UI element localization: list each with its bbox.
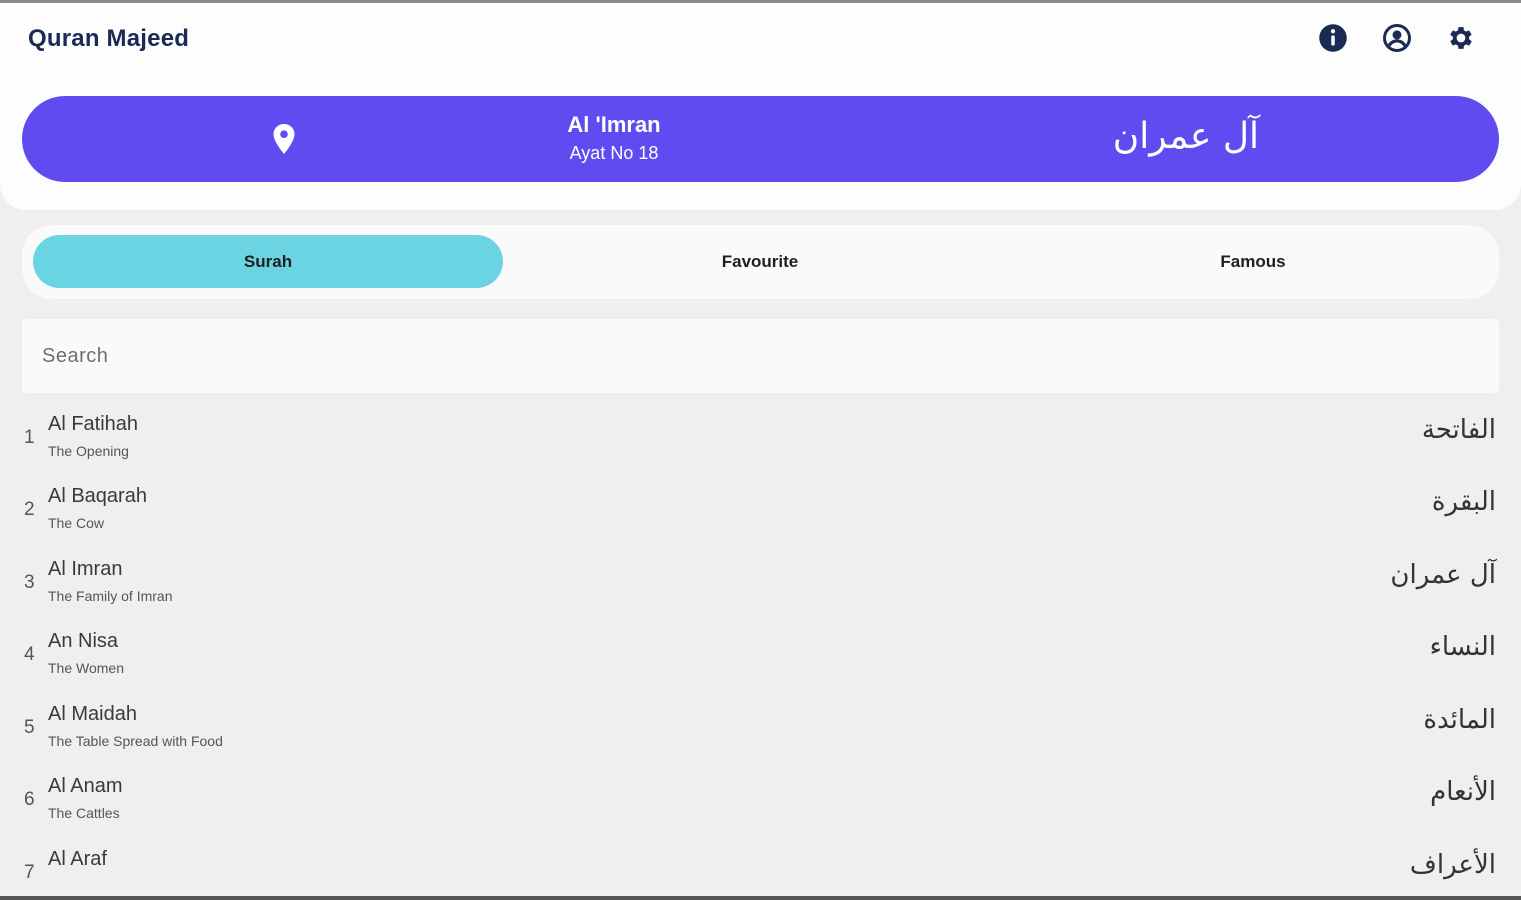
surah-number: 7 — [24, 862, 35, 883]
surah-arabic-name: البقرة — [1431, 487, 1496, 517]
list-item[interactable]: 2 Al Baqarah The Cow البقرة — [0, 477, 1521, 549]
last-read-banner[interactable]: Al 'Imran Ayat No 18 آل عمران — [22, 96, 1499, 182]
surah-list: 1 Al Fatihah The Opening الفاتحة 2 Al Ba… — [0, 405, 1521, 885]
header-actions — [1318, 23, 1476, 53]
surah-meaning: The Opening — [48, 443, 129, 459]
surah-arabic-name: المائدة — [1423, 705, 1496, 735]
surah-arabic-name: الأعراف — [1409, 850, 1496, 880]
search-box — [22, 319, 1499, 393]
surah-number: 5 — [24, 717, 35, 738]
header-card: Quran Majeed Al 'Imran Ayat No 18 آل عمر… — [0, 3, 1521, 210]
surah-arabic-name: الأنعام — [1430, 777, 1496, 807]
surah-name: Al Araf — [48, 848, 107, 870]
surah-number: 2 — [24, 499, 35, 520]
surah-meaning: The Cow — [48, 515, 105, 531]
banner-arabic-name: آل عمران — [1112, 116, 1259, 157]
list-item[interactable]: 7 Al Araf الأعراف — [0, 840, 1521, 885]
settings-icon[interactable] — [1446, 23, 1476, 53]
banner-surah-name: Al 'Imran — [567, 112, 661, 137]
surah-arabic-name: الفاتحة — [1421, 415, 1496, 445]
surah-meaning: The Family of Imran — [48, 588, 173, 604]
surah-number: 1 — [24, 427, 35, 448]
list-item[interactable]: 5 Al Maidah The Table Spread with Food ا… — [0, 695, 1521, 767]
surah-arabic-name: آل عمران — [1390, 560, 1496, 590]
surah-name: Al Baqarah — [48, 485, 147, 507]
info-icon[interactable] — [1318, 23, 1348, 53]
list-item[interactable]: 4 An Nisa The Women النساء — [0, 622, 1521, 694]
surah-number: 4 — [24, 644, 35, 665]
surah-number: 6 — [24, 789, 35, 810]
surah-name: Al Imran — [48, 558, 123, 580]
window-bottom-border — [0, 896, 1521, 900]
banner-ayat-number: Ayat No 18 — [569, 143, 659, 163]
tab-famous[interactable]: Famous — [1018, 235, 1488, 288]
surah-number: 3 — [24, 572, 35, 593]
app-title: Quran Majeed — [28, 25, 190, 52]
tab-bar: Surah Favourite Famous — [22, 225, 1499, 299]
surah-meaning: The Women — [48, 660, 124, 676]
surah-name: Al Anam — [48, 775, 123, 797]
account-icon[interactable] — [1382, 23, 1412, 53]
search-input[interactable] — [22, 343, 1499, 369]
surah-arabic-name: النساء — [1429, 632, 1496, 662]
list-item[interactable]: 3 Al Imran The Family of Imran آل عمران — [0, 550, 1521, 622]
tab-favourite[interactable]: Favourite — [525, 235, 995, 288]
surah-meaning: The Table Spread with Food — [48, 733, 223, 749]
tab-surah[interactable]: Surah — [33, 235, 503, 288]
surah-name: An Nisa — [48, 630, 119, 652]
list-item[interactable]: 1 Al Fatihah The Opening الفاتحة — [0, 405, 1521, 477]
banner-text: Al 'Imran Ayat No 18 — [494, 110, 734, 166]
surah-name: Al Fatihah — [48, 413, 139, 435]
location-pin-icon — [273, 124, 295, 154]
surah-name: Al Maidah — [48, 703, 137, 725]
surah-meaning: The Cattles — [48, 805, 120, 821]
list-item[interactable]: 6 Al Anam The Cattles الأنعام — [0, 767, 1521, 839]
